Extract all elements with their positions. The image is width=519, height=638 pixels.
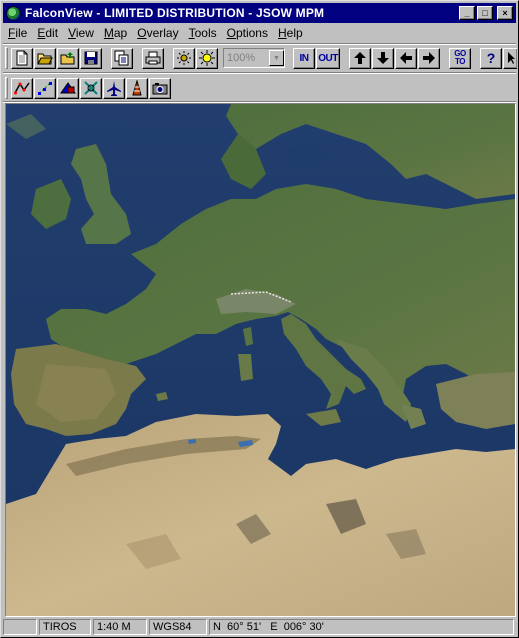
- copy-pages-icon: [114, 50, 129, 66]
- map-view[interactable]: [5, 103, 516, 617]
- pan-left-button[interactable]: [395, 47, 417, 69]
- menu-map[interactable]: Map: [99, 24, 132, 42]
- zoom-percent-value: 100%: [227, 52, 256, 64]
- main-toolbar: 100% ▼ IN OUT GO TO ?: [5, 45, 518, 71]
- menu-view[interactable]: View: [63, 24, 99, 42]
- pan-right-button[interactable]: [418, 47, 440, 69]
- title-bar[interactable]: FalconView - LIMITED DISTRIBUTION - JSOW…: [3, 3, 516, 23]
- brightness-up-button[interactable]: [196, 47, 218, 69]
- printer-icon: [145, 51, 161, 65]
- status-scale: 1:40 M: [93, 619, 147, 635]
- close-button[interactable]: ×: [497, 6, 513, 20]
- zoom-in-label: IN: [299, 52, 310, 64]
- menu-bar: File Edit View Map Overlay Tools Options…: [3, 24, 516, 42]
- arrow-left-icon: [400, 52, 412, 64]
- pointer-arrow-icon: [507, 52, 515, 64]
- aircraft-icon: [107, 81, 121, 96]
- sun-bright-icon: [199, 50, 215, 66]
- open-overlay-button[interactable]: [57, 47, 79, 69]
- menu-edit[interactable]: Edit: [32, 24, 63, 42]
- goto-button[interactable]: GO TO: [449, 47, 471, 69]
- tower-obstacle-icon: [132, 80, 142, 96]
- maximize-button[interactable]: □: [477, 6, 493, 20]
- drawing-shapes-icon: [60, 82, 76, 94]
- pan-down-button[interactable]: [372, 47, 394, 69]
- status-coordinates: N 60° 51' E 006° 30': [209, 619, 514, 635]
- camera-tool-button[interactable]: [149, 77, 171, 99]
- open-button[interactable]: [34, 47, 56, 69]
- route-polyline-icon: [14, 82, 30, 95]
- new-document-icon: [16, 50, 28, 66]
- status-bar: TIROS 1:40 M WGS84 N 60° 51' E 006° 30': [3, 618, 516, 636]
- threat-tool-button[interactable]: [80, 77, 102, 99]
- status-datum: WGS84: [149, 619, 207, 635]
- sun-dim-icon: [177, 51, 191, 65]
- minimize-button[interactable]: _: [459, 6, 475, 20]
- overlay-toolbar: [5, 75, 172, 101]
- context-help-button[interactable]: [503, 47, 517, 69]
- menu-help[interactable]: Help: [273, 24, 308, 42]
- floppy-disk-icon: [84, 51, 98, 65]
- points-tool-button[interactable]: [34, 77, 56, 99]
- toolbar-grip[interactable]: [5, 47, 8, 69]
- open-folder-icon: [37, 53, 53, 65]
- camera-icon: [152, 83, 168, 95]
- copy-button[interactable]: [111, 47, 133, 69]
- folder-up-icon: [60, 52, 75, 65]
- new-button[interactable]: [11, 47, 33, 69]
- save-button[interactable]: [80, 47, 102, 69]
- help-button[interactable]: ?: [480, 47, 502, 69]
- main-window: FalconView - LIMITED DISTRIBUTION - JSOW…: [0, 0, 519, 638]
- brightness-down-button[interactable]: [173, 47, 195, 69]
- globe-app-icon[interactable]: [6, 5, 21, 21]
- toolbar-separator: [3, 72, 516, 74]
- arrow-right-icon: [423, 52, 435, 64]
- menu-overlay[interactable]: Overlay: [132, 24, 183, 42]
- zoom-out-label: OUT: [318, 52, 338, 64]
- threat-cross-icon: [84, 81, 98, 95]
- drawing-tool-button[interactable]: [57, 77, 79, 99]
- window-title: FalconView - LIMITED DISTRIBUTION - JSOW…: [25, 6, 325, 20]
- menu-file[interactable]: File: [3, 24, 32, 42]
- help-label: ?: [486, 50, 496, 66]
- zoom-in-button[interactable]: IN: [293, 47, 315, 69]
- status-empty-pane: [3, 619, 37, 635]
- print-button[interactable]: [142, 47, 164, 69]
- status-map-source: TIROS: [39, 619, 91, 635]
- satellite-map-image: [6, 104, 515, 616]
- menu-options[interactable]: Options: [222, 24, 273, 42]
- arrow-up-icon: [354, 52, 366, 64]
- chevron-down-icon[interactable]: ▼: [269, 50, 284, 66]
- aircraft-tool-button[interactable]: [103, 77, 125, 99]
- route-tool-button[interactable]: [11, 77, 33, 99]
- zoom-percent-select[interactable]: 100% ▼: [223, 48, 285, 68]
- menu-tools[interactable]: Tools: [184, 24, 222, 42]
- toolbar-grip[interactable]: [5, 77, 8, 99]
- pan-up-button[interactable]: [349, 47, 371, 69]
- arrow-down-icon: [377, 52, 389, 64]
- scatter-points-icon: [38, 82, 52, 95]
- obstacle-tool-button[interactable]: [126, 77, 148, 99]
- goto-label: GO TO: [454, 49, 466, 66]
- zoom-out-button[interactable]: OUT: [316, 47, 340, 69]
